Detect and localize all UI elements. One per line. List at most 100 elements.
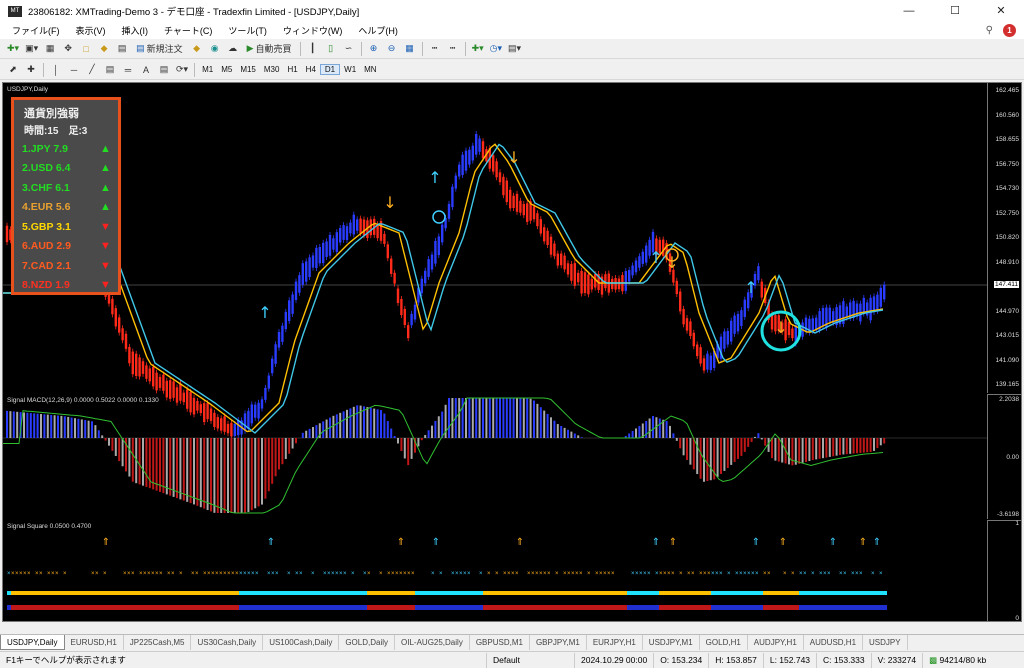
maximize-icon[interactable]: ☐ xyxy=(932,0,978,22)
search-icon[interactable]: ⚲ xyxy=(986,25,993,36)
new-chart-icon[interactable]: ✚▾ xyxy=(5,41,21,57)
menu-chart[interactable]: チャート(C) xyxy=(156,24,220,37)
timeframe-m30[interactable]: M30 xyxy=(260,65,284,74)
menu-help[interactable]: ヘルプ(H) xyxy=(350,24,406,37)
crosshair-tool-icon[interactable]: ✚ xyxy=(23,62,39,78)
signals-icon[interactable]: ◉ xyxy=(207,41,223,57)
chart-shift-icon[interactable]: ┅ xyxy=(445,41,461,57)
chart-tab[interactable]: US100Cash,Daily xyxy=(263,635,340,650)
menu-view[interactable]: 表示(V) xyxy=(68,24,114,37)
vertical-line-icon[interactable]: │ xyxy=(48,62,64,78)
timeframe-h4[interactable]: H4 xyxy=(302,65,320,74)
chart-tab[interactable]: USDJPY xyxy=(863,635,908,650)
chart-tab[interactable]: USDJPY,Daily xyxy=(0,635,65,650)
candle xyxy=(152,366,155,387)
candle xyxy=(536,213,539,227)
square-band xyxy=(315,605,319,610)
strength-title: 通貨別強弱 xyxy=(24,108,79,120)
square-band xyxy=(207,591,211,595)
new-order-button[interactable]: ▤ 新規注文 xyxy=(132,41,187,57)
up-arrow-icon: ▲ xyxy=(100,201,111,214)
chart-canvas[interactable]: ↑↓↑↓↑ ↓↑↓⇑ ⇑ ⇑ ⇑ ⇑ ⇑ ⇑ ⇑ ⇑ ⇑ ⇑ ⇑× × × × × × × × × × × × × × × × × × × ×… xyxy=(3,83,987,621)
fibonacci-icon[interactable]: ═ xyxy=(120,62,136,78)
text-label-icon[interactable]: ▤ xyxy=(156,62,172,78)
timeframe-w1[interactable]: W1 xyxy=(340,65,360,74)
text-icon[interactable]: A xyxy=(138,62,154,78)
square-band xyxy=(227,591,231,595)
candle xyxy=(413,304,417,320)
minimize-icon[interactable]: — xyxy=(886,0,932,22)
strength-row: 5.GBP 3.1 ▼ xyxy=(14,217,118,237)
square-dot: × xyxy=(311,571,315,577)
app-icon: MT xyxy=(8,5,22,17)
periods-icon[interactable]: ◷▾ xyxy=(488,41,504,57)
market-watch-icon[interactable]: ▦ xyxy=(42,41,58,57)
bar-chart-icon[interactable]: ┃ xyxy=(305,41,321,57)
autoscroll-icon[interactable]: ┅ xyxy=(427,41,443,57)
navigator-icon[interactable]: ◆ xyxy=(96,41,112,57)
timeframe-m1[interactable]: M1 xyxy=(198,65,217,74)
templates-icon[interactable]: ▤▾ xyxy=(506,41,523,57)
square-band xyxy=(847,591,851,595)
square-band xyxy=(219,605,223,610)
zoom-in-icon[interactable]: ⊕ xyxy=(366,41,382,57)
chart-tab[interactable]: USDJPY,M1 xyxy=(643,635,700,650)
channel-icon[interactable]: ▤ xyxy=(102,62,118,78)
price-axis[interactable]: 162.465 160.560 158.655 156.750 154.730 152.7… xyxy=(987,83,1021,393)
timeframe-m5[interactable]: M5 xyxy=(217,65,236,74)
meta-editor-icon[interactable]: ◆ xyxy=(189,41,205,57)
macd-bar xyxy=(737,438,739,459)
macd-bar xyxy=(852,438,855,454)
trend-line-icon[interactable]: ╱ xyxy=(84,62,100,78)
chart-tab[interactable]: GOLD,Daily xyxy=(339,635,396,650)
menu-tools[interactable]: ツール(T) xyxy=(220,24,275,37)
line-chart-icon[interactable]: ∽ xyxy=(341,41,357,57)
chart-tab[interactable]: OIL-AUG25,Daily xyxy=(395,635,470,650)
chart-tab[interactable]: EURJPY,H1 xyxy=(587,635,643,650)
crosshair-icon[interactable]: ✥ xyxy=(60,41,76,57)
candle xyxy=(689,321,692,337)
close-icon[interactable]: ✕ xyxy=(978,0,1024,22)
candlestick-icon[interactable]: ▯ xyxy=(323,41,339,57)
vps-icon[interactable]: ☁ xyxy=(225,41,241,57)
macd-axis[interactable]: 2.2038 0.00 -3.6198 xyxy=(987,394,1021,519)
notification-badge[interactable]: 1 xyxy=(1003,24,1016,37)
arrows-icon[interactable]: ⟳▾ xyxy=(174,62,190,78)
candle xyxy=(328,234,332,256)
square-band xyxy=(687,591,691,595)
menu-window[interactable]: ウィンドウ(W) xyxy=(275,24,351,37)
chart-tab[interactable]: US30Cash,Daily xyxy=(191,635,264,650)
chart-tab[interactable]: AUDJPY,H1 xyxy=(748,635,804,650)
timeframe-m15[interactable]: M15 xyxy=(236,65,260,74)
menu-insert[interactable]: 挿入(I) xyxy=(114,24,157,37)
timeframe-mn[interactable]: MN xyxy=(360,65,380,74)
macd-bar xyxy=(138,438,141,485)
chart-tab[interactable]: GBPJPY,M1 xyxy=(530,635,587,650)
macd-bar xyxy=(635,428,637,438)
profiles-icon[interactable]: ▣▾ xyxy=(23,41,40,57)
chart-tab[interactable]: GBPUSD,M1 xyxy=(470,635,530,650)
square-axis[interactable]: 10 xyxy=(987,520,1021,622)
square-band xyxy=(211,591,215,595)
cursor-icon[interactable]: ⬈ xyxy=(5,62,21,78)
candle xyxy=(709,355,712,371)
horizontal-line-icon[interactable]: ─ xyxy=(66,62,82,78)
square-signal-arrow: ⇑ xyxy=(873,537,881,548)
chart-tab[interactable]: AUDUSD,H1 xyxy=(804,635,864,650)
indicators-icon[interactable]: ✚▾ xyxy=(470,41,486,57)
terminal-icon[interactable]: ▤ xyxy=(114,41,130,57)
timeframe-h1[interactable]: H1 xyxy=(283,65,301,74)
folder-icon[interactable]: □ xyxy=(78,41,94,57)
macd-bar xyxy=(376,409,379,438)
macd-bar xyxy=(522,398,525,438)
menu-file[interactable]: ファイル(F) xyxy=(4,24,68,37)
square-band xyxy=(611,591,615,595)
chart-window[interactable]: ↑ ↓ ↑ ↓ ↑ ↓ ↑ ↓ ⇑ ⇑ ⇑ ⇑ ⇑ ⇑ ⇑ ⇑ ⇑ ⇑ ⇑ ⇑ × × × × × × × × × × × × × × × × × × × ×… xyxy=(2,82,1022,622)
chart-tab[interactable]: EURUSD,H1 xyxy=(65,635,124,650)
tile-windows-icon[interactable]: ▦ xyxy=(402,41,418,57)
chart-tab[interactable]: JP225Cash,M5 xyxy=(124,635,192,650)
timeframe-d1[interactable]: D1 xyxy=(319,64,341,75)
auto-trading-button[interactable]: ▶ 自動売買 xyxy=(243,41,296,57)
zoom-out-icon[interactable]: ⊖ xyxy=(384,41,400,57)
chart-tab[interactable]: GOLD,H1 xyxy=(700,635,748,650)
